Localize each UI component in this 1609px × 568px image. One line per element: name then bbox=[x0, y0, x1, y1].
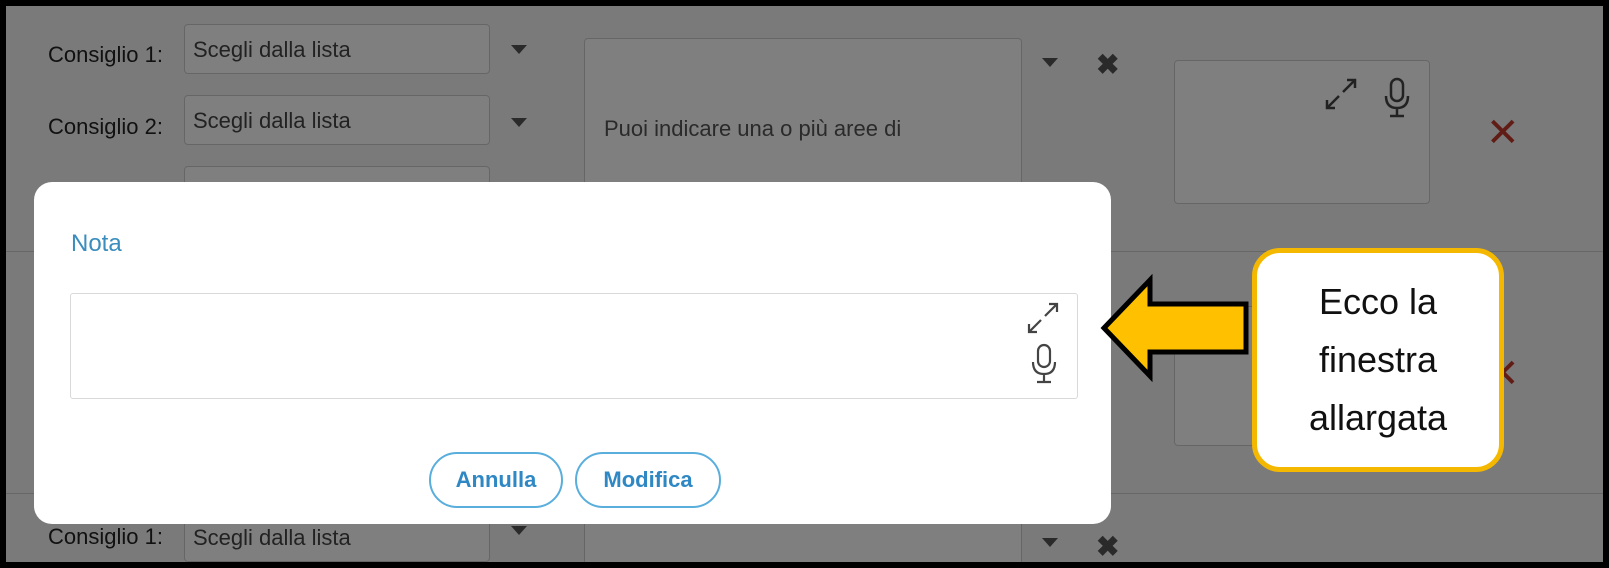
callout-line-1: Ecco la bbox=[1318, 281, 1438, 322]
note-modal: Nota Annulla Modifica bbox=[34, 182, 1111, 524]
collapse-icon[interactable] bbox=[1023, 298, 1063, 338]
annotation-callout: Ecco la finestra allargata bbox=[1252, 248, 1504, 472]
modify-button[interactable]: Modifica bbox=[575, 452, 721, 508]
screenshot-frame: Consiglio 1: Scegli dalla lista Consigli… bbox=[6, 6, 1603, 562]
modal-title: Nota bbox=[71, 230, 122, 257]
arrow-left-icon bbox=[1100, 274, 1249, 382]
note-textarea[interactable] bbox=[70, 293, 1078, 399]
callout-line-3: allargata bbox=[1308, 397, 1448, 438]
cancel-button[interactable]: Annulla bbox=[429, 452, 563, 508]
microphone-icon[interactable] bbox=[1029, 342, 1059, 386]
callout-line-2: finestra bbox=[1318, 339, 1438, 380]
